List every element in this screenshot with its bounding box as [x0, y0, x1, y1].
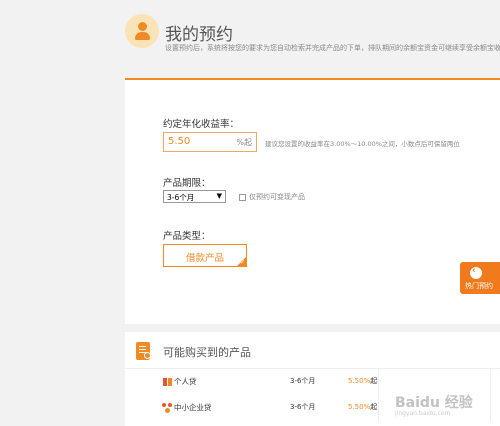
rate-value[interactable]: 5.50: [168, 136, 190, 147]
document-search-icon: [136, 342, 151, 360]
rate-label: 约定年化收益率：: [163, 119, 240, 130]
product-name: 个人贷: [174, 377, 197, 386]
product-term: 3-6个月: [290, 377, 316, 385]
product-name: 中小企业贷: [174, 403, 212, 412]
column-separator: [378, 369, 379, 395]
watermark-sub: jingyan.baidu.com: [395, 410, 451, 417]
personal-loan-icon: [163, 378, 172, 386]
product-term: 3-6个月: [290, 403, 316, 411]
product-rate: 5.50%起: [348, 403, 378, 411]
column-separator: [490, 395, 491, 421]
watermark: Baidu 经验: [395, 395, 473, 411]
type-label: 产品类型：: [163, 231, 211, 242]
sme-loan-icon: [162, 403, 173, 413]
hot-reservation-tab[interactable]: ‹ 热门预约: [460, 262, 500, 294]
transferable-label[interactable]: 仅预约可变现产品: [249, 192, 305, 202]
chevron-left-icon: ‹: [470, 266, 482, 279]
hot-reservation-label: 热门预约: [465, 282, 493, 290]
page-description: 设置预约后，系统将按您的要求为您自动检索并完成产品的下单，排队期间的余额宝资金可…: [165, 44, 500, 52]
products-title: 可能购买到的产品: [163, 346, 251, 359]
term-select[interactable]: 3-6个月 ▼: [163, 190, 226, 203]
term-label: 产品期限：: [163, 178, 211, 189]
dropdown-arrow-icon: ▼: [216, 192, 222, 200]
column-separator: [490, 369, 491, 395]
check-icon: ✓: [239, 259, 245, 266]
reservation-form: 约定年化收益率： 5.50 %起 建议您设置的收益率在3.00%～10.00%之…: [125, 78, 500, 324]
product-rate: 5.50%起: [348, 377, 378, 385]
column-separator: [378, 395, 379, 421]
rate-hint: 建议您设置的收益率在3.00%～10.00%之间，小数点后可保留两位: [265, 140, 460, 148]
term-selected: 3-6个月: [167, 193, 195, 202]
page-title: 我的预约: [165, 25, 233, 45]
type-option-loan[interactable]: 借款产品 ✓: [163, 244, 247, 267]
user-avatar-icon: [125, 14, 159, 48]
rate-unit: %起: [236, 138, 252, 147]
type-option-label: 借款产品: [185, 253, 224, 264]
page-header: 我的预约 设置预约后，系统将按您的要求为您自动检索并完成产品的下单，排队期间的余…: [0, 0, 500, 80]
transferable-checkbox[interactable]: [239, 194, 246, 201]
rate-input[interactable]: 5.50 %起: [163, 132, 257, 152]
